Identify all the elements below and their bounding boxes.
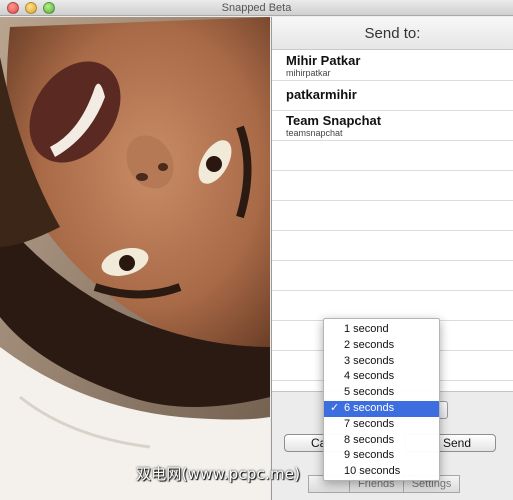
timer-menu-item-label: 2 seconds [344,338,395,351]
timer-menu-item[interactable]: 5 seconds [324,385,439,401]
timer-menu-item-label: 3 seconds [344,354,395,367]
contact-username: teamsnapchat [286,128,343,138]
timer-menu-item-label: 7 seconds [344,417,395,430]
timer-menu-item-label: 8 seconds [344,433,395,446]
timer-menu-item[interactable]: 9 seconds [324,448,439,464]
camera-photo [0,17,270,500]
timer-menu-item[interactable]: 4 seconds [324,369,439,385]
contact-name: Mihir Patkar [286,53,361,68]
timer-menu-item[interactable]: 8 seconds [324,433,439,449]
timer-menu-item[interactable]: 7 seconds [324,417,439,433]
timer-menu-item-label: 1 second [344,323,389,335]
contact-row[interactable]: patkarmihir [272,81,513,111]
window-title: Snapped Beta [221,2,292,14]
title-bar: Snapped Beta [0,0,513,16]
empty-list-row [272,231,513,261]
empty-list-row [272,291,513,321]
contact-username: mihirpatkar [286,68,331,78]
timer-menu-item[interactable]: ✓ 6 seconds [324,400,439,417]
timer-menu-item-label: 9 seconds [344,449,395,462]
empty-list-row [272,201,513,231]
empty-list-row [272,261,513,291]
timer-menu-item-label: 4 seconds [344,370,395,383]
timer-menu-item[interactable]: 1 second [324,322,439,338]
checkmark-icon: ✓ [330,401,340,414]
camera-preview [0,17,270,500]
empty-list-row [272,141,513,171]
timer-menu-item[interactable]: 2 seconds [324,338,439,354]
timer-menu-item-label: 10 seconds [344,465,401,478]
watermark-text: 双电网(www.pcpc.me) [136,465,301,483]
contact-row[interactable]: Mihir Patkar mihirpatkar [272,51,513,81]
contact-name: patkarmihir [286,87,357,102]
timer-menu-item[interactable]: 10 seconds [324,464,439,480]
timer-menu-item[interactable]: 3 seconds [324,354,439,370]
empty-list-row [272,171,513,201]
send-to-header: Send to: [272,17,513,50]
contact-name: Team Snapchat [286,113,382,128]
contact-row[interactable]: Team Snapchat teamsnapchat [272,111,513,141]
timer-dropdown-menu: 1 second 2 seconds 3 seconds 4 seconds 5 sec… [323,318,440,481]
timer-menu-item-label: 5 seconds [344,386,395,399]
timer-menu-item-label: 6 seconds [344,401,395,414]
